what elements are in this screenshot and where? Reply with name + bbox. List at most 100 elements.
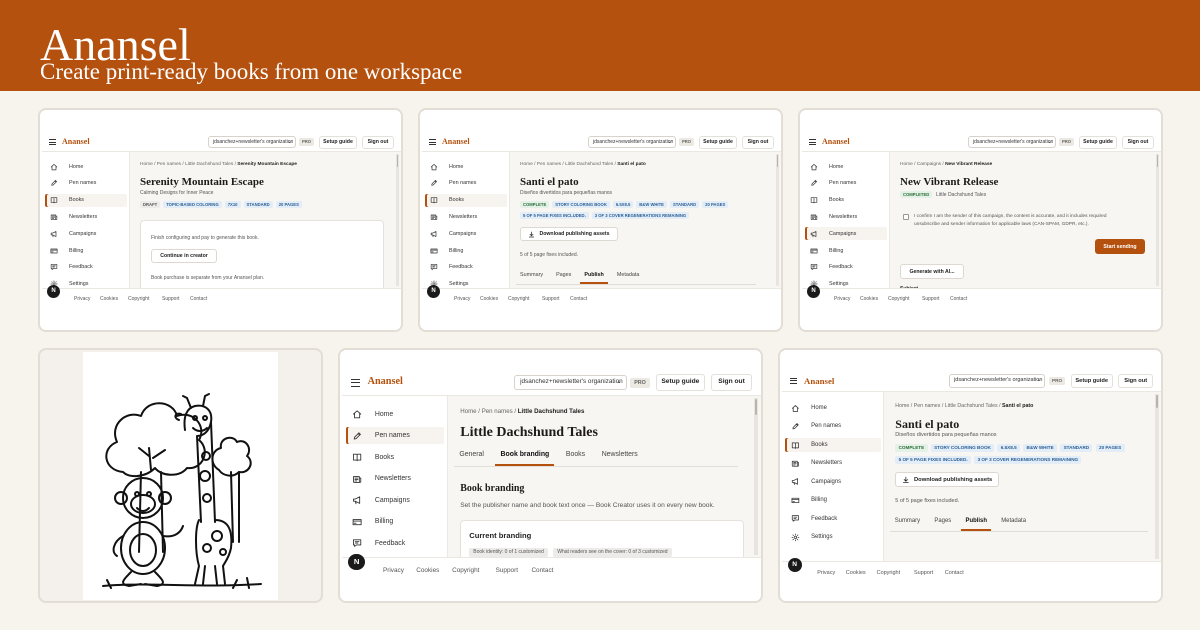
footer-link-contact[interactable]: Contact bbox=[190, 296, 207, 302]
sidebar-item-newsletters[interactable]: Newsletters bbox=[805, 210, 887, 223]
sidebar-item-pen-names[interactable]: Pen names bbox=[425, 177, 507, 190]
sidebar-item-billing[interactable]: Billing bbox=[805, 244, 887, 257]
scrollbar-thumb[interactable] bbox=[1155, 395, 1158, 409]
consent-checkbox[interactable] bbox=[903, 214, 909, 220]
sidebar-item-feedback[interactable]: Feedback bbox=[45, 261, 127, 274]
organization-select[interactable]: jdsanchez+newsletter's organization ⌄ bbox=[948, 374, 1046, 388]
scrollbar[interactable] bbox=[1155, 154, 1159, 286]
menu-icon[interactable] bbox=[789, 377, 798, 385]
breadcrumb-link[interactable]: Little Dachshund Tales bbox=[945, 403, 998, 409]
nav-badge[interactable]: N bbox=[348, 553, 366, 571]
continue-in-creator-button[interactable]: Continue in creator bbox=[151, 249, 217, 263]
sidebar-item-campaigns[interactable]: Campaigns bbox=[425, 227, 507, 240]
footer-link-support[interactable]: Support bbox=[496, 567, 518, 574]
setup-guide-button[interactable]: Setup guide bbox=[656, 374, 705, 392]
organization-select[interactable]: jdsanchez+newsletter's organization ⌄ bbox=[588, 136, 676, 148]
sidebar-item-newsletters[interactable]: Newsletters bbox=[785, 456, 881, 470]
breadcrumb-link[interactable]: Pen names bbox=[537, 162, 561, 167]
footer-link-copyright[interactable]: Copyright bbox=[128, 296, 149, 302]
download-publishing-assets-button[interactable]: Download publishing assets bbox=[895, 472, 1000, 487]
footer-link-privacy[interactable]: Privacy bbox=[454, 296, 470, 302]
nav-badge[interactable]: N bbox=[427, 285, 440, 298]
tab-publish[interactable]: Publish bbox=[961, 515, 992, 531]
organization-select[interactable]: jdsanchez+newsletter's organization ⌄ bbox=[513, 375, 627, 391]
sign-out-button[interactable]: Sign out bbox=[742, 135, 774, 149]
sidebar-item-feedback[interactable]: Feedback bbox=[346, 535, 445, 552]
breadcrumb-link[interactable]: Home bbox=[895, 403, 909, 409]
sidebar-item-billing[interactable]: Billing bbox=[425, 244, 507, 257]
organization-select[interactable]: jdsanchez+newsletter's organization ⌄ bbox=[208, 136, 296, 148]
footer-link-copyright[interactable]: Copyright bbox=[508, 296, 529, 302]
sidebar-item-settings[interactable]: Settings bbox=[785, 530, 881, 544]
breadcrumb-link[interactable]: Pen names bbox=[482, 408, 513, 415]
footer-link-copyright[interactable]: Copyright bbox=[452, 567, 479, 574]
sidebar-item-books[interactable]: Books bbox=[425, 193, 507, 207]
sign-out-button[interactable]: Sign out bbox=[1122, 135, 1154, 149]
scrollbar[interactable] bbox=[775, 154, 779, 286]
footer-link-support[interactable]: Support bbox=[162, 296, 180, 302]
sidebar-item-campaigns[interactable]: Campaigns bbox=[785, 475, 881, 489]
menu-icon[interactable] bbox=[429, 139, 436, 145]
nav-badge[interactable]: N bbox=[47, 285, 60, 298]
footer-link-privacy[interactable]: Privacy bbox=[817, 570, 835, 576]
footer-link-contact[interactable]: Contact bbox=[945, 570, 964, 576]
footer-link-copyright[interactable]: Copyright bbox=[888, 296, 909, 302]
breadcrumb-link[interactable]: Pen names bbox=[914, 403, 941, 409]
sidebar-item-campaigns[interactable]: Campaigns bbox=[45, 227, 127, 240]
breadcrumb-link[interactable]: Home bbox=[900, 162, 913, 167]
sidebar-item-home[interactable]: Home bbox=[346, 406, 445, 423]
breadcrumb-link[interactable]: Little Dachshund Tales bbox=[565, 162, 613, 167]
tab-summary[interactable]: Summary bbox=[890, 515, 924, 531]
sidebar-item-home[interactable]: Home bbox=[425, 160, 507, 173]
tab-pages[interactable]: Pages bbox=[930, 515, 956, 531]
sidebar-item-home[interactable]: Home bbox=[45, 160, 127, 173]
sidebar-item-books[interactable]: Books bbox=[45, 193, 127, 207]
sidebar-item-billing[interactable]: Billing bbox=[785, 493, 881, 507]
sidebar-item-feedback[interactable]: Feedback bbox=[805, 261, 887, 274]
breadcrumb-link[interactable]: Home bbox=[140, 162, 153, 167]
setup-guide-button[interactable]: Setup guide bbox=[1070, 373, 1113, 389]
menu-icon[interactable] bbox=[350, 378, 360, 387]
breadcrumb-link[interactable]: Home bbox=[460, 408, 476, 415]
generate-with-ai-button[interactable]: Generate with AI... bbox=[900, 264, 964, 279]
sidebar-item-feedback[interactable]: Feedback bbox=[425, 261, 507, 274]
menu-icon[interactable] bbox=[49, 139, 56, 145]
sign-out-button[interactable]: Sign out bbox=[711, 374, 753, 392]
footer-link-support[interactable]: Support bbox=[914, 570, 933, 576]
tab-pages[interactable]: Pages bbox=[552, 269, 575, 284]
breadcrumb-link[interactable]: Little Dachshund Tales bbox=[185, 162, 233, 167]
sidebar-item-newsletters[interactable]: Newsletters bbox=[45, 210, 127, 223]
footer-link-privacy[interactable]: Privacy bbox=[383, 567, 404, 574]
footer-link-copyright[interactable]: Copyright bbox=[877, 570, 901, 576]
sidebar-item-pen-names[interactable]: Pen names bbox=[345, 427, 445, 444]
scrollbar[interactable] bbox=[1154, 394, 1159, 559]
footer-link-privacy[interactable]: Privacy bbox=[834, 296, 850, 302]
footer-link-contact[interactable]: Contact bbox=[570, 296, 587, 302]
footer-link-cookies[interactable]: Cookies bbox=[846, 570, 866, 576]
scrollbar-thumb[interactable] bbox=[754, 399, 758, 415]
nav-badge[interactable]: N bbox=[807, 285, 820, 298]
setup-guide-button[interactable]: Setup guide bbox=[319, 135, 357, 149]
sidebar-item-campaigns[interactable]: Campaigns bbox=[805, 227, 887, 241]
scrollbar[interactable] bbox=[395, 154, 399, 286]
tab-metadata[interactable]: Metadata bbox=[613, 269, 643, 284]
sidebar-item-pen-names[interactable]: Pen names bbox=[805, 177, 887, 190]
sidebar-item-newsletters[interactable]: Newsletters bbox=[425, 210, 507, 223]
footer-link-support[interactable]: Support bbox=[922, 296, 940, 302]
footer-link-support[interactable]: Support bbox=[542, 296, 560, 302]
breadcrumb-link[interactable]: Pen names bbox=[157, 162, 181, 167]
sidebar-item-billing[interactable]: Billing bbox=[45, 244, 127, 257]
sidebar-item-campaigns[interactable]: Campaigns bbox=[346, 492, 445, 509]
sidebar-item-billing[interactable]: Billing bbox=[346, 513, 445, 530]
organization-select[interactable]: jdsanchez+newsletter's organization ⌄ bbox=[968, 136, 1056, 148]
scrollbar-thumb[interactable] bbox=[1156, 155, 1158, 167]
footer-link-privacy[interactable]: Privacy bbox=[74, 296, 90, 302]
footer-link-cookies[interactable]: Cookies bbox=[480, 296, 498, 302]
footer-link-cookies[interactable]: Cookies bbox=[860, 296, 878, 302]
scrollbar[interactable] bbox=[753, 398, 759, 555]
sidebar-item-home[interactable]: Home bbox=[805, 160, 887, 173]
breadcrumb-link[interactable]: Home bbox=[520, 162, 533, 167]
tab-summary[interactable]: Summary bbox=[516, 269, 547, 284]
sidebar-item-feedback[interactable]: Feedback bbox=[785, 512, 881, 526]
footer-link-cookies[interactable]: Cookies bbox=[416, 567, 439, 574]
